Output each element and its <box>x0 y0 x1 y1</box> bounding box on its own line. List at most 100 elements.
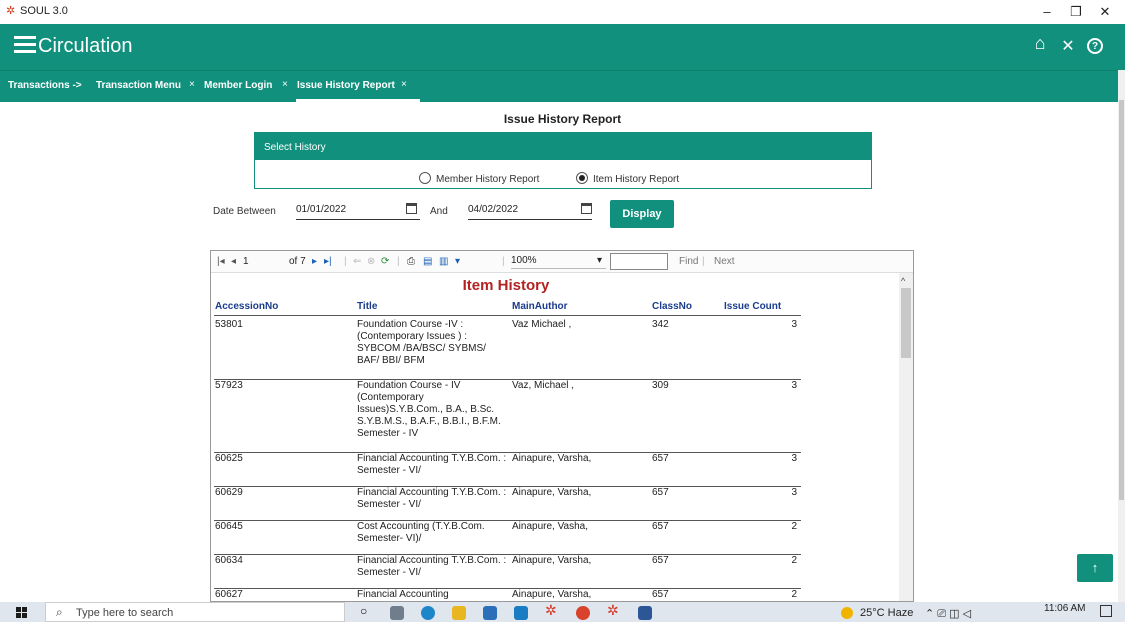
weather-icon[interactable] <box>841 607 853 619</box>
minimize-button[interactable]: – <box>1034 2 1060 22</box>
radio-checked-icon[interactable] <box>576 172 588 184</box>
scroll-thumb[interactable] <box>901 288 911 358</box>
tab-transactions[interactable]: Transactions -> <box>8 80 82 91</box>
hamburger-menu-icon[interactable] <box>14 36 36 54</box>
help-icon[interactable]: ? <box>1087 38 1103 54</box>
cell-author: Ainapure, Varsha, <box>512 487 592 498</box>
to-date-field[interactable]: 04/02/2022 <box>468 202 592 220</box>
cell-accession: 60627 <box>215 589 243 600</box>
page-count: of 7 <box>289 256 306 267</box>
chevron-down-icon: ▾ <box>596 255 602 266</box>
cell-issue-count: 3 <box>791 487 797 498</box>
zoom-select[interactable]: 100% ▾ <box>511 255 606 269</box>
store-icon[interactable] <box>483 606 497 620</box>
refresh-icon[interactable]: ⟳ <box>381 256 389 267</box>
cell-author: Vaz, Michael , <box>512 380 575 391</box>
file-explorer-icon[interactable] <box>452 606 466 620</box>
taskbar-search-input[interactable]: ⌕ Type here to search <box>45 602 345 622</box>
calendar-icon[interactable] <box>406 203 417 214</box>
chrome-icon[interactable] <box>576 606 590 620</box>
zoom-value: 100% <box>511 255 537 266</box>
table-row: 60627 Financial Accounting Ainapure, Var… <box>211 589 811 601</box>
from-date-field[interactable]: 01/01/2022 <box>296 202 420 220</box>
header-divider <box>214 315 801 316</box>
toolbar-separator: | <box>344 256 347 267</box>
page-setup-icon[interactable]: ▥ <box>439 256 448 267</box>
cell-title: Financial Accounting <box>357 589 449 600</box>
page-number-input[interactable]: 1 <box>243 256 249 267</box>
cell-classno: 657 <box>652 487 669 498</box>
cell-author: Ainapure, Varsha, <box>512 453 592 464</box>
stop-icon[interactable]: ⊗ <box>367 256 375 267</box>
tab-close-icon[interactable]: × <box>282 79 288 90</box>
column-header-title: Title <box>357 301 378 312</box>
date-between-label: Date Between <box>213 206 276 217</box>
tab-close-icon[interactable]: × <box>401 79 407 90</box>
window-close-button[interactable]: ✕ <box>1092 2 1118 22</box>
display-button[interactable]: Display <box>610 200 674 228</box>
app-header: Circulation ⌂ ✕ ? <box>0 24 1125 70</box>
system-tray-icons[interactable]: ⌃ ⎚ ◫ ◁ <box>925 607 971 621</box>
next-link[interactable]: Next <box>714 256 735 267</box>
radio-member-history[interactable]: Member History Report <box>419 172 539 185</box>
scroll-to-top-button[interactable]: ↑ <box>1077 554 1113 582</box>
weather-text[interactable]: 25°C Haze <box>860 607 913 619</box>
radio-unchecked-icon[interactable] <box>419 172 431 184</box>
table-row: 60629 Financial Accounting T.Y.B.Com. : … <box>211 487 811 521</box>
mail-icon[interactable] <box>514 606 528 620</box>
cell-author: Vaz Michael , <box>512 319 572 330</box>
cell-issue-count: 2 <box>791 589 797 600</box>
window-title: SOUL 3.0 <box>20 5 68 17</box>
report-viewer: |◂ ◂ 1 of 7 ▸ ▸| | ⇐ ⊗ ⟳ | ⎙ ▤ ▥ ▾ | 100… <box>210 250 914 602</box>
os-taskbar: ⌕ Type here to search ○ ✲ ✲ 25°C Haze ⌃ … <box>0 602 1125 622</box>
radio-label: Member History Report <box>436 174 540 185</box>
next-page-icon[interactable]: ▸ <box>312 256 317 267</box>
calendar-icon[interactable] <box>581 203 592 214</box>
tab-issue-history-report[interactable]: Issue History Report <box>297 80 395 91</box>
soul-app-icon[interactable]: ✲ <box>545 602 559 618</box>
find-input[interactable] <box>610 253 668 270</box>
window-titlebar: ✲ SOUL 3.0 – ❐ ✕ <box>0 0 1125 24</box>
taskbar-clock[interactable]: 11:06 AM <box>1044 603 1086 614</box>
scroll-up-icon[interactable]: ^ <box>901 276 905 286</box>
soul-app-icon[interactable]: ✲ <box>607 602 621 618</box>
notifications-icon[interactable] <box>1100 605 1112 617</box>
report-rows: 53801 Foundation Course -IV : (Contempor… <box>211 319 811 601</box>
home-icon[interactable]: ⌂ <box>1029 33 1051 54</box>
first-page-icon[interactable]: |◂ <box>217 256 225 267</box>
export-icon[interactable]: ▾ <box>455 256 460 267</box>
report-toolbar: |◂ ◂ 1 of 7 ▸ ▸| | ⇐ ⊗ ⟳ | ⎙ ▤ ▥ ▾ | 100… <box>211 251 913 273</box>
cell-classno: 657 <box>652 589 669 600</box>
last-page-icon[interactable]: ▸| <box>324 256 332 267</box>
restore-button[interactable]: ❐ <box>1063 2 1089 22</box>
prev-page-icon[interactable]: ◂ <box>231 256 236 267</box>
find-link[interactable]: Find <box>679 256 698 267</box>
taskbar-app-icon[interactable] <box>390 606 404 620</box>
report-scrollbar[interactable]: ^ <box>899 273 913 601</box>
task-view-icon[interactable]: ○ <box>360 604 374 618</box>
table-row: 60645 Cost Accounting (T.Y.B.Com. Semest… <box>211 521 811 555</box>
edge-icon[interactable] <box>421 606 435 620</box>
page-scrollbar[interactable] <box>1118 70 1125 602</box>
tab-member-login[interactable]: Member Login <box>204 80 272 91</box>
print-icon[interactable]: ⎙ <box>407 256 415 267</box>
print-layout-icon[interactable]: ▤ <box>423 256 432 267</box>
cell-accession: 53801 <box>215 319 243 330</box>
windows-start-icon[interactable] <box>16 607 28 619</box>
tab-transaction-menu[interactable]: Transaction Menu <box>96 80 181 91</box>
search-icon: ⌕ <box>56 605 63 619</box>
radio-item-history[interactable]: Item History Report <box>576 172 679 185</box>
word-icon[interactable] <box>638 606 652 620</box>
table-row: 57923 Foundation Course - IV (Contempora… <box>211 380 811 453</box>
cell-title: Foundation Course -IV : (Contemporary Is… <box>357 319 486 366</box>
tab-close-icon[interactable]: × <box>189 79 195 90</box>
cell-issue-count: 3 <box>791 319 797 330</box>
column-header-author: MainAuthor <box>512 301 568 312</box>
cell-accession: 60629 <box>215 487 243 498</box>
column-header-classno: ClassNo <box>652 301 693 312</box>
cell-accession: 60645 <box>215 521 243 532</box>
back-icon[interactable]: ⇐ <box>353 256 361 267</box>
close-icon[interactable]: ✕ <box>1057 36 1079 56</box>
cell-title: Financial Accounting T.Y.B.Com. : Semest… <box>357 487 507 510</box>
cell-title: Financial Accounting T.Y.B.Com. : Semest… <box>357 453 507 476</box>
